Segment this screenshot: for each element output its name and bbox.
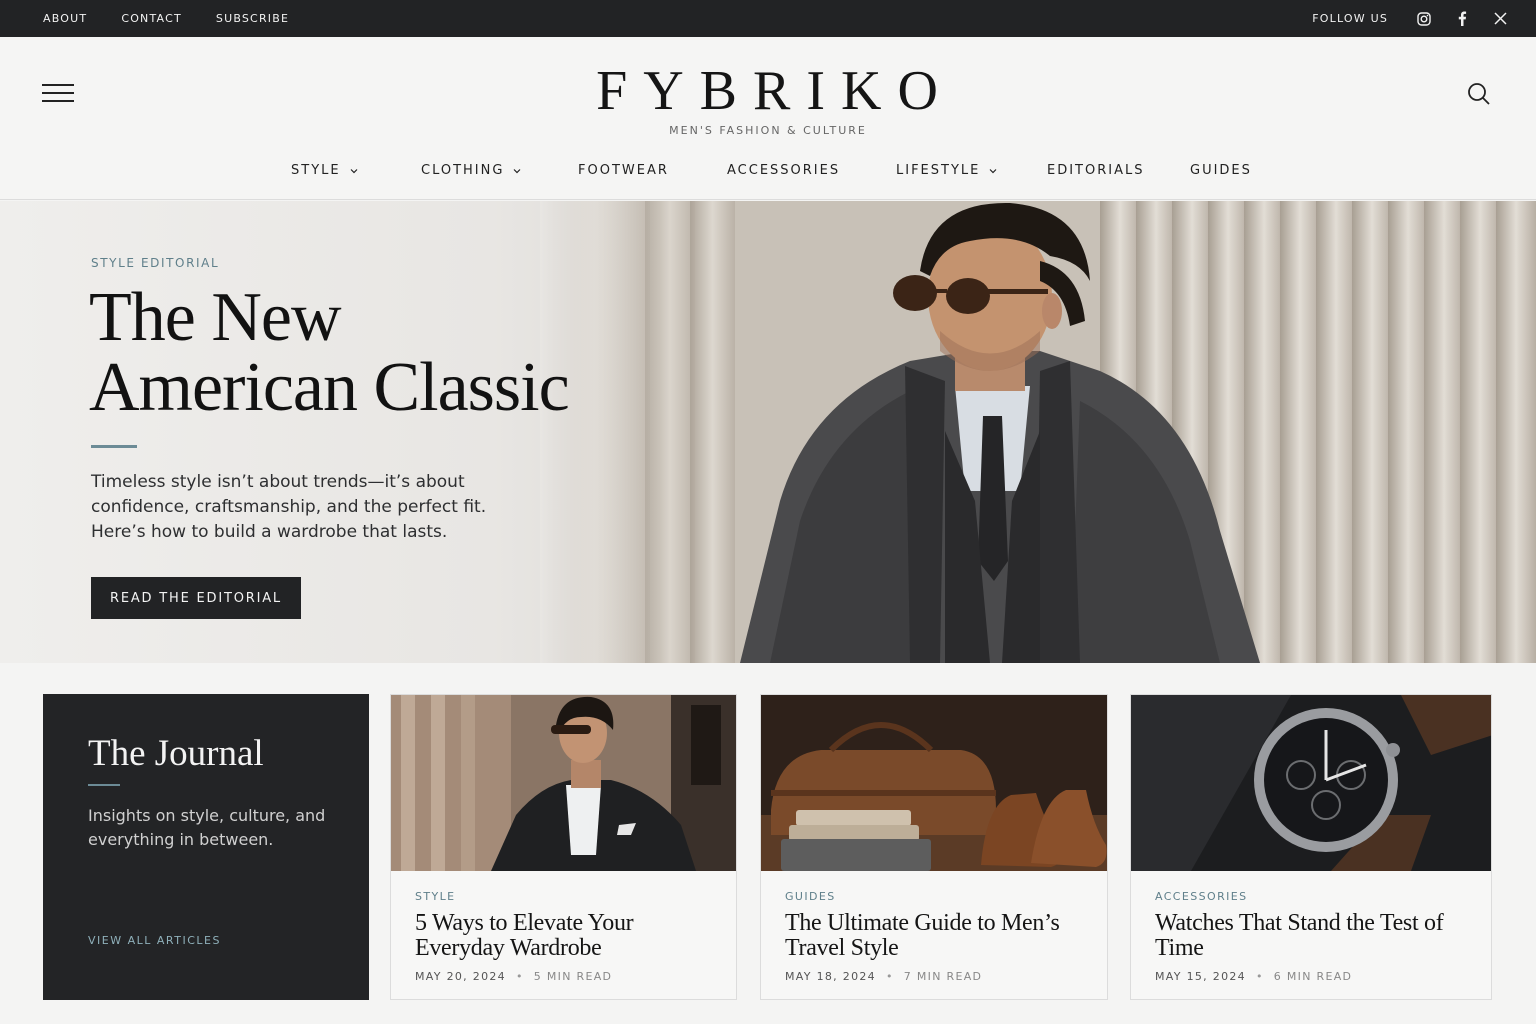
search-icon[interactable] — [1466, 81, 1492, 107]
nav-item-accessories[interactable]: ACCESSORIES — [727, 163, 840, 178]
nav-label: FOOTWEAR — [578, 163, 669, 178]
nav-item-editorials[interactable]: EDITORIALS — [1047, 163, 1145, 178]
hero-category-label: STYLE EDITORIAL — [91, 256, 220, 270]
chevron-down-icon — [514, 168, 521, 173]
nav-label: EDITORIALS — [1047, 163, 1145, 178]
article-thumbnail — [1131, 695, 1491, 871]
article-thumbnail — [391, 695, 736, 871]
nav-label: LIFESTYLE — [896, 163, 981, 178]
hero-title-line-1: The New — [89, 279, 342, 356]
separator-dot: • — [885, 970, 894, 983]
hero-title-line-2: American Classic — [89, 349, 570, 426]
article-date: MAY 15, 2024 — [1155, 970, 1246, 983]
view-all-articles-link[interactable]: VIEW ALL ARTICLES — [88, 934, 221, 947]
nav-item-footwear[interactable]: FOOTWEAR — [578, 163, 669, 178]
journal-description: Insights on style, culture, and everythi… — [88, 806, 326, 849]
site-logo[interactable]: FYBRIKO — [0, 59, 1536, 123]
article-card-guides[interactable]: GUIDES The Ultimate Guide to Men’s Trave… — [760, 694, 1108, 1000]
article-thumbnail — [761, 695, 1107, 871]
article-category: ACCESSORIES — [1155, 890, 1248, 903]
instagram-icon[interactable] — [1416, 11, 1432, 27]
social-links: FOLLOW US — [1312, 0, 1508, 37]
about-link[interactable]: ABOUT — [43, 12, 87, 25]
separator-dot: • — [1255, 970, 1264, 983]
nav-item-guides[interactable]: GUIDES — [1190, 163, 1252, 178]
separator-dot: • — [515, 970, 524, 983]
article-title[interactable]: Watches That Stand the Test of Time — [1155, 911, 1455, 961]
x-icon[interactable] — [1492, 11, 1508, 27]
nav-label: CLOTHING — [421, 163, 505, 178]
article-meta: MAY 18, 2024 • 7 MIN READ — [785, 970, 982, 983]
journal-title: The Journal — [88, 733, 264, 774]
article-date: MAY 18, 2024 — [785, 970, 876, 983]
hero-divider — [91, 445, 137, 448]
read-editorial-button[interactable]: READ THE EDITORIAL — [91, 577, 301, 619]
nav-label: GUIDES — [1190, 163, 1252, 178]
article-read-time: 7 MIN READ — [903, 970, 983, 983]
nav-label: STYLE — [291, 163, 341, 178]
main-navigation: STYLE CLOTHING FOOTWEAR ACCESSORIES LIFE… — [0, 155, 1536, 187]
article-read-time: 6 MIN READ — [1273, 970, 1353, 983]
hero-model-image — [740, 202, 1260, 663]
hero-title: The New American Classic — [89, 279, 570, 426]
journal-panel: The Journal Insights on style, culture, … — [43, 694, 369, 1000]
article-read-time: 5 MIN READ — [533, 970, 613, 983]
article-meta: MAY 15, 2024 • 6 MIN READ — [1155, 970, 1352, 983]
contact-link[interactable]: CONTACT — [121, 12, 182, 25]
nav-item-clothing[interactable]: CLOTHING — [421, 163, 521, 178]
top-utility-bar: ABOUT CONTACT SUBSCRIBE FOLLOW US — [0, 0, 1536, 37]
article-card-style[interactable]: STYLE 5 Ways to Elevate Your Everyday Wa… — [390, 694, 737, 1000]
site-header: FYBRIKO MEN'S FASHION & CULTURE STYLE CL… — [0, 37, 1536, 200]
hero-section: STYLE EDITORIAL The New American Classic… — [0, 201, 1536, 663]
article-category: STYLE — [415, 890, 456, 903]
journal-divider — [88, 784, 120, 786]
chevron-down-icon — [350, 168, 358, 173]
subscribe-link[interactable]: SUBSCRIBE — [216, 12, 289, 25]
article-title[interactable]: The Ultimate Guide to Men’s Travel Style — [785, 911, 1085, 961]
nav-label: ACCESSORIES — [727, 163, 841, 178]
article-date: MAY 20, 2024 — [415, 970, 506, 983]
article-category: GUIDES — [785, 890, 836, 903]
article-meta: MAY 20, 2024 • 5 MIN READ — [415, 970, 612, 983]
article-title[interactable]: 5 Ways to Elevate Your Everyday Wardrobe — [415, 911, 715, 961]
utility-links: ABOUT CONTACT SUBSCRIBE — [43, 0, 289, 37]
follow-us-label: FOLLOW US — [1312, 12, 1388, 25]
article-card-accessories[interactable]: ACCESSORIES Watches That Stand the Test … — [1130, 694, 1492, 1000]
facebook-icon[interactable] — [1454, 11, 1470, 27]
nav-item-style[interactable]: STYLE — [291, 163, 358, 178]
site-tagline: MEN'S FASHION & CULTURE — [669, 124, 867, 137]
nav-item-lifestyle[interactable]: LIFESTYLE — [896, 163, 997, 178]
chevron-down-icon — [989, 168, 997, 173]
hero-description: Timeless style isn’t about trends—it’s a… — [91, 472, 487, 542]
